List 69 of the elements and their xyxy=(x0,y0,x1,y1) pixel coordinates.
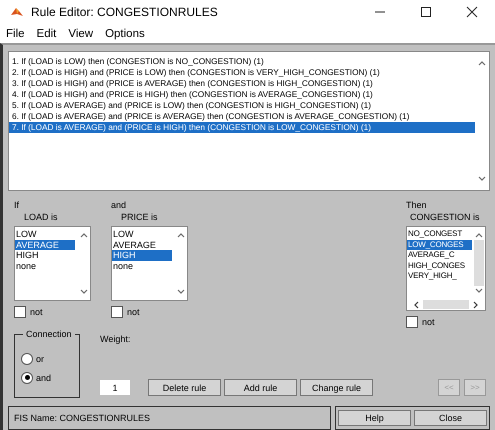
app-icon xyxy=(10,6,24,18)
scroll-thumb[interactable] xyxy=(474,240,484,286)
status-text: FIS Name: CONGESTIONRULES xyxy=(14,413,150,423)
rule-item[interactable]: 6. If (LOAD is AVERAGE) and (PRICE is AVERAGE) then (CONGESTION is AVERAGE_CONGESTION) (1) xyxy=(9,111,475,122)
scroll-up-icon[interactable] xyxy=(80,232,88,238)
checkbox-label: not xyxy=(127,307,140,317)
checkbox-label: not xyxy=(422,317,435,327)
rule-item[interactable]: 4. If (LOAD is HIGH) and (PRICE is HIGH) then (CONGESTION is AVERAGE_CONGESTION) (1) xyxy=(9,89,475,100)
list-item[interactable]: none xyxy=(15,260,75,271)
maximize-icon[interactable] xyxy=(420,6,432,18)
radio-label: or xyxy=(36,354,44,364)
rule-button[interactable]: Delete rule xyxy=(148,379,221,396)
checkbox[interactable] xyxy=(406,316,418,328)
scroll-left-icon[interactable] xyxy=(413,300,419,308)
variable-label: LOAD is xyxy=(23,211,59,223)
menu-item[interactable]: Edit xyxy=(36,28,56,40)
rule-item[interactable]: 5. If (LOAD is AVERAGE) and (PRICE is LOW) then (CONGESTION is HIGH_CONGESTION) (1) xyxy=(9,100,475,111)
list-item[interactable]: LOW xyxy=(112,229,172,240)
list-item[interactable]: HIGH xyxy=(15,250,75,260)
close-icon[interactable] xyxy=(466,6,478,18)
menu-item[interactable]: Options xyxy=(105,28,145,40)
rule-button[interactable]: Add rule xyxy=(224,379,297,396)
checkbox[interactable] xyxy=(111,306,123,318)
scroll-down-icon[interactable] xyxy=(478,176,486,182)
rule-item[interactable]: 1. If (LOAD is LOW) then (CONGESTION is NO_CONGESTION) (1) xyxy=(9,56,475,67)
variable-heading: and xyxy=(111,199,128,211)
radio-label: and xyxy=(36,372,52,382)
scroll-up-icon[interactable] xyxy=(474,232,482,238)
scroll-thumb[interactable] xyxy=(423,300,469,309)
list-item[interactable]: none xyxy=(112,260,172,271)
menu-item[interactable]: View xyxy=(68,28,94,40)
rule-item[interactable]: 7. If (LOAD is AVERAGE) and (PRICE is HIGH) then (CONGESTION is LOW_CONGESTION) (1) xyxy=(9,122,475,133)
footer-button[interactable]: Help xyxy=(338,410,411,426)
menu-item[interactable]: File xyxy=(6,28,25,40)
scroll-up-icon[interactable] xyxy=(176,232,184,238)
window-title: Rule Editor: CONGESTIONRULES xyxy=(31,5,218,20)
radio-button[interactable] xyxy=(21,372,33,384)
rule-item[interactable]: 3. If (LOAD is HIGH) and (PRICE is AVERAGE) then (CONGESTION is HIGH_CONGESTION) (1) xyxy=(9,78,475,89)
variable-heading: Then xyxy=(406,199,428,211)
scroll-down-icon[interactable] xyxy=(474,288,482,294)
list-item[interactable]: LOW_CONGES xyxy=(407,240,472,250)
rule-list[interactable] xyxy=(8,51,490,191)
list-item[interactable]: AVERAGE xyxy=(15,240,75,250)
list-item[interactable]: AVERAGE_C xyxy=(407,250,472,260)
variable-label: CONGESTION is xyxy=(409,211,481,223)
variable-heading: If xyxy=(14,199,20,211)
list-item[interactable]: HIGH xyxy=(112,250,172,260)
rule-item[interactable]: 2. If (LOAD is HIGH) and (PRICE is LOW) then (CONGESTION is VERY_HIGH_CONGESTION) (1) xyxy=(9,67,475,78)
list-item[interactable]: LOW xyxy=(15,229,75,240)
membership-list[interactable]: LOW AVERAGE HIGH none xyxy=(111,226,188,301)
membership-list[interactable]: NO_CONGEST LOW_CONGES AVERAGE_C HIGH_CONGES VERY_HIGH_ xyxy=(406,226,486,311)
scroll-right-icon[interactable] xyxy=(473,300,479,308)
list-item[interactable]: VERY_HIGH_ xyxy=(407,271,472,282)
footer-button[interactable]: Close xyxy=(414,410,487,426)
scroll-down-icon[interactable] xyxy=(176,289,184,295)
scroll-down-icon[interactable] xyxy=(80,289,88,295)
weight-field[interactable]: 1 xyxy=(100,380,130,395)
list-item[interactable]: HIGH_CONGES xyxy=(407,260,472,271)
scroll-up-icon[interactable] xyxy=(478,60,486,66)
list-item[interactable]: AVERAGE xyxy=(112,240,172,250)
checkbox[interactable] xyxy=(14,306,26,318)
variable-label: PRICE is xyxy=(120,211,159,223)
group-title: Connection xyxy=(23,329,75,339)
weight-label: Weight: xyxy=(100,334,132,344)
radio-button[interactable] xyxy=(21,352,33,364)
checkbox-label: not xyxy=(30,307,43,317)
rule-button[interactable]: Change rule xyxy=(300,379,373,396)
membership-list[interactable]: LOW AVERAGE HIGH none xyxy=(14,226,91,301)
list-item[interactable]: NO_CONGEST xyxy=(407,229,472,240)
